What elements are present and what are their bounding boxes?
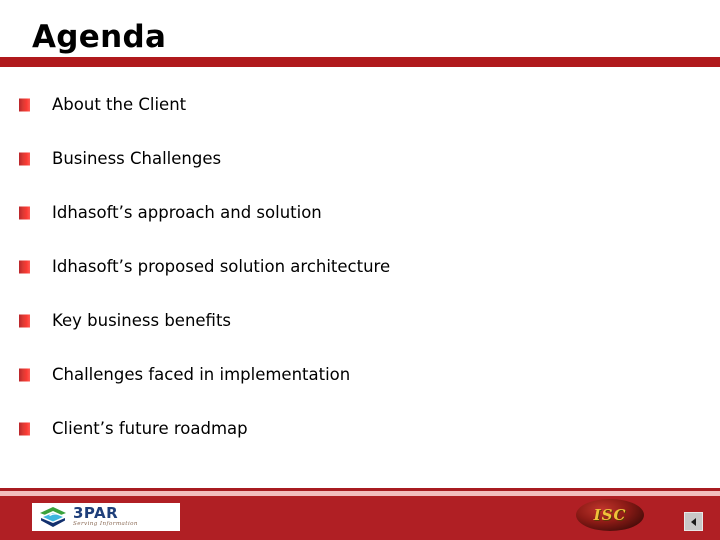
list-item[interactable]: About the Client — [0, 78, 720, 132]
title-underline-rule — [0, 57, 720, 67]
primary-logo-tagline: Serving Information — [73, 521, 138, 528]
page-title: Agenda — [32, 19, 167, 55]
slide-title-area: Agenda — [0, 0, 720, 57]
secondary-logo-wordmark: ISC — [593, 506, 627, 524]
list-item-label: Client’s future roadmap — [52, 419, 248, 439]
list-item[interactable]: Client’s future roadmap — [0, 402, 720, 456]
secondary-logo: ISC — [576, 499, 644, 531]
list-item[interactable]: Idhasoft’s proposed solution architectur… — [0, 240, 720, 294]
bullet-square-icon — [19, 152, 30, 166]
list-item-label: Idhasoft’s proposed solution architectur… — [52, 257, 391, 277]
triangle-left-icon — [691, 517, 696, 526]
list-item[interactable]: Business Challenges — [0, 132, 720, 186]
agenda-list: About the Client Business Challenges Idh… — [0, 78, 720, 456]
list-item-label: Key business benefits — [52, 311, 232, 331]
layered-diamond-icon — [40, 507, 66, 527]
list-item[interactable]: Key business benefits — [0, 294, 720, 348]
bullet-square-icon — [19, 206, 30, 220]
slide-canvas: Agenda About the Client Business Challen… — [0, 0, 720, 540]
list-item-label: Challenges faced in implementation — [52, 365, 351, 385]
list-item-label: About the Client — [52, 95, 187, 115]
list-item-label: Idhasoft’s approach and solution — [52, 203, 322, 223]
list-item[interactable]: Challenges faced in implementation — [0, 348, 720, 402]
bullet-square-icon — [19, 260, 30, 274]
bullet-square-icon — [19, 422, 30, 436]
slide-footer: 3PAR Serving Information ISC — [0, 488, 720, 540]
primary-logo: 3PAR Serving Information — [32, 503, 180, 531]
bullet-square-icon — [19, 98, 30, 112]
bullet-square-icon — [19, 314, 30, 328]
list-item[interactable]: Idhasoft’s approach and solution — [0, 186, 720, 240]
list-item-label: Business Challenges — [52, 149, 222, 169]
bullet-square-icon — [19, 368, 30, 382]
previous-slide-button[interactable] — [684, 512, 703, 531]
primary-logo-text: 3PAR Serving Information — [73, 506, 138, 528]
primary-logo-wordmark: 3PAR — [73, 504, 119, 523]
